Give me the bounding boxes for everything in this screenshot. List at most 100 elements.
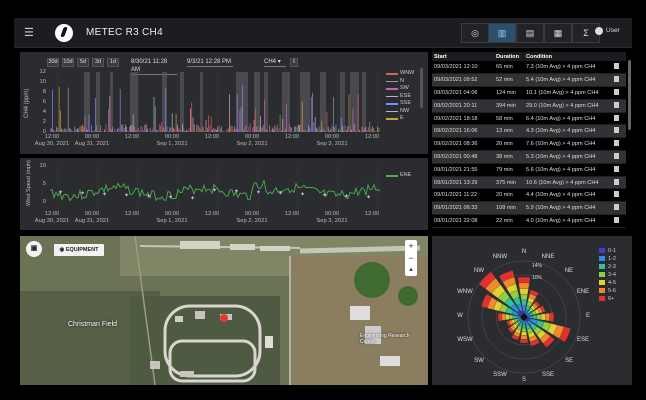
rose-legend-label: 4-5 — [608, 280, 616, 287]
ch4-scrollbar[interactable] — [420, 68, 423, 108]
document-icon[interactable] — [614, 178, 619, 185]
table-row[interactable]: 09/01/2021 13:29 375 min 10.6 (10m Avg) > … — [432, 176, 626, 190]
equipment-toggle-button[interactable]: ◉ EQUIPMENT — [54, 244, 104, 256]
legend-item-sse[interactable]: SSE — [400, 100, 411, 106]
header-actions — [612, 52, 626, 61]
ch4-y-tick: 8 — [42, 89, 46, 95]
map-imagery — [20, 236, 428, 385]
header-start[interactable]: Start — [432, 52, 494, 61]
document-icon[interactable] — [614, 204, 619, 211]
zoom-out-button[interactable]: − — [405, 252, 417, 264]
legend-item-ese[interactable]: ESE — [400, 93, 411, 99]
document-icon[interactable] — [614, 216, 619, 223]
event-report-cell — [612, 137, 626, 152]
header-duration[interactable]: Duration — [494, 52, 524, 61]
event-condition: 5.6 (10m Avg) > 4 ppm CH4 — [524, 163, 612, 177]
table-row[interactable]: 09/02/2021 16:06 13 min 4.3 (10m Avg) > 4 … — [432, 124, 626, 139]
table-row[interactable]: 09/02/2021 08:36 20 min 7.6 (10m Avg) > 4 … — [432, 137, 626, 152]
legend-swatch — [386, 118, 398, 120]
event-duration: 52 min — [494, 73, 524, 88]
rose-legend-item[interactable]: 4-5 — [599, 280, 619, 286]
x-tick-time: 00:00 — [84, 211, 100, 217]
legend-item-sw[interactable]: SW — [400, 85, 409, 91]
end-date-input[interactable]: 9/3/21 12:28 PM — [187, 58, 233, 67]
app-title: METEC R3 CH4 — [86, 27, 163, 38]
toolbar-reports-button[interactable]: ▤ — [516, 23, 544, 43]
legend-item-nw[interactable]: NW — [400, 108, 409, 114]
table-row[interactable]: 09/02/2021 18:18 58 min 6.4 (10m Avg) > 4 … — [432, 112, 626, 126]
ch4-y-tick: 12 — [39, 69, 46, 75]
document-icon[interactable] — [614, 127, 619, 134]
rose-legend-item[interactable]: 6+ — [599, 296, 617, 302]
satellite-map[interactable]: ▣ ◉ EQUIPMENT Christman Field Engineerin… — [20, 236, 428, 385]
range-button-1d[interactable]: 1d — [107, 58, 119, 67]
document-icon[interactable] — [614, 191, 619, 198]
legend-item-wnw[interactable]: WNW — [400, 70, 414, 76]
legend-swatch — [599, 280, 605, 286]
table-row[interactable]: 09/01/2021 11:22 20 min 4.4 (10m Avg) > 4 … — [432, 188, 626, 203]
document-icon[interactable] — [614, 88, 619, 95]
equipment-button-label: EQUIPMENT — [65, 247, 99, 253]
event-condition: 7.6 (10m Avg) > 4 ppm CH4 — [524, 137, 612, 152]
event-report-cell — [612, 201, 626, 216]
wind-plot[interactable]: ✦ ✦ ✦ ✦ ✦ ✦ ✦ ✦ ✦ ✦ ✦ ✦ ✦ ✦ ✦ — [50, 166, 380, 212]
rose-legend-item[interactable]: 3-4 — [599, 272, 619, 278]
map-layers-button[interactable]: ▣ — [26, 241, 42, 257]
toolbar-dashboard-button[interactable]: ▥ — [488, 23, 516, 43]
table-row[interactable]: 09/03/2021 12:10 65 min 7.3 (10m Avg) > 4 … — [432, 61, 626, 75]
header-condition[interactable]: Condition — [524, 52, 612, 61]
table-row[interactable]: 09/01/2021 21:55 79 min 5.6 (10m Avg) > 4 … — [432, 163, 626, 177]
legend-item-n[interactable]: N — [400, 78, 404, 84]
legend-item-ene[interactable]: ENE — [400, 172, 411, 178]
rose-legend-item[interactable]: 5-6 — [599, 288, 619, 294]
toolbar-table-button[interactable]: ▦ — [544, 23, 572, 43]
event-start: 09/02/2021 16:06 — [432, 124, 494, 139]
rose-legend-item[interactable]: 0-1 — [599, 248, 619, 254]
range-button-5d[interactable]: 5d — [77, 58, 89, 67]
legend-item-e[interactable]: E — [400, 115, 404, 121]
svg-text:✦: ✦ — [366, 194, 371, 201]
document-icon[interactable] — [614, 114, 619, 121]
table-row[interactable]: 09/01/2021 06:33 108 min 5.9 (10m Avg) > 4… — [432, 201, 626, 216]
document-icon[interactable] — [614, 165, 619, 172]
document-icon[interactable] — [614, 140, 619, 147]
document-icon[interactable] — [614, 152, 619, 159]
x-tick-date: Sep 2, 2021 — [236, 141, 268, 147]
download-icon[interactable]: ⇩ — [290, 58, 298, 67]
table-row[interactable]: 09/03/2021 09:52 52 min 5.4 (10m Avg) > 4 … — [432, 73, 626, 88]
ch4-plot[interactable] — [50, 72, 380, 132]
top-bar: ☰ METEC R3 CH4 ◎ ▥ ▤ ▦ Σ User — [14, 18, 632, 48]
rose-legend-item[interactable]: 1-2 — [599, 256, 619, 262]
event-report-cell — [612, 188, 626, 203]
user-menu[interactable]: User — [595, 27, 620, 35]
range-button-3d[interactable]: 3d — [92, 58, 104, 67]
table-row[interactable]: 09/02/2021 00:48 38 min 5.3 (10m Avg) > 4 … — [432, 150, 626, 164]
map-label-erc: Engineering Research Center — [360, 333, 410, 345]
events-scrollbar[interactable] — [628, 60, 631, 130]
table-row[interactable]: 09/03/2021 04:06 124 min 10.1 (10m Avg) > … — [432, 86, 626, 100]
event-start: 09/03/2021 04:06 — [432, 86, 494, 100]
rose-legend-item[interactable]: 2-3 — [599, 264, 619, 270]
ch4-y-tick: 10 — [39, 79, 46, 85]
legend-swatch — [599, 248, 605, 254]
menu-icon[interactable]: ☰ — [24, 27, 36, 39]
compass-icon[interactable]: ▴ — [405, 264, 417, 276]
app-logo — [55, 24, 73, 42]
legend-swatch — [599, 288, 605, 294]
x-tick-date: Aug 31, 2021 — [74, 141, 110, 147]
gas-select[interactable]: CH4 ▾ — [264, 58, 286, 67]
svg-text:✦: ✦ — [190, 195, 195, 202]
table-row[interactable]: 09/01/2021 22:08 22 min 4.0 (10m Avg) > 4 … — [432, 214, 626, 228]
ch4-chart-panel: 30d 10d 5d 3d 1d 8/30/21 11:28 AM 9/3/21 12:… — [20, 52, 428, 154]
range-button-30d[interactable]: 30d — [47, 58, 59, 67]
event-duration: 38 min — [494, 150, 524, 164]
document-icon[interactable] — [614, 76, 619, 83]
document-icon[interactable] — [614, 63, 619, 70]
document-icon[interactable] — [614, 101, 619, 108]
range-button-10d[interactable]: 10d — [62, 58, 74, 67]
zoom-in-button[interactable]: + — [405, 240, 417, 252]
rose-direction-label: SSE — [541, 372, 554, 378]
table-row[interactable]: 09/02/2021 20:11 394 min 29.0 (10m Avg) > … — [432, 99, 626, 113]
toolbar-overview-button[interactable]: ◎ — [461, 23, 489, 43]
ch4-y-tick: 2 — [42, 119, 46, 125]
